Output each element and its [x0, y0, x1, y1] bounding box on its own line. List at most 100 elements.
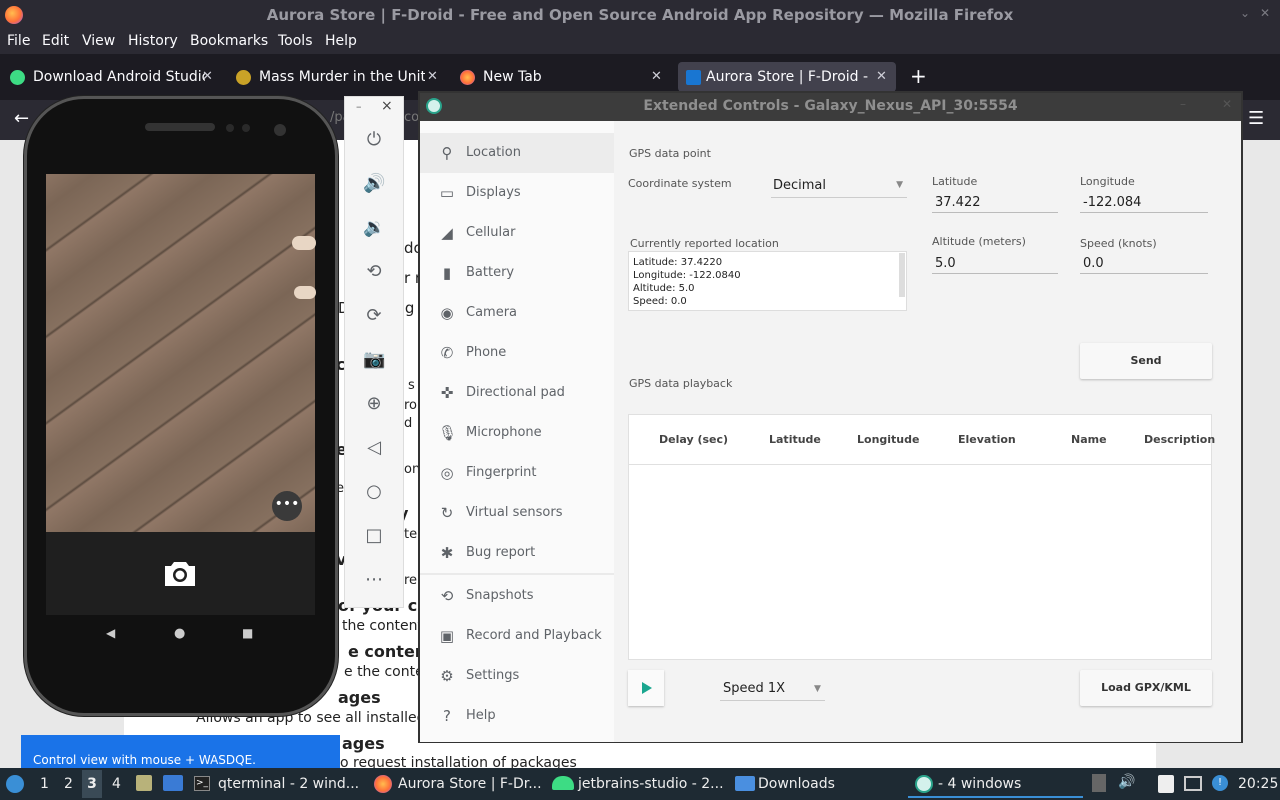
file-manager-icon[interactable]: [136, 775, 152, 791]
load-gpx-button[interactable]: Load GPX/KML: [1080, 670, 1212, 706]
ec-close-icon[interactable]: ✕: [1222, 97, 1232, 111]
nav-item-bug-report[interactable]: ✱ Bug report: [420, 533, 614, 573]
nav-item-fingerprint[interactable]: ◎ Fingerprint: [420, 453, 614, 493]
workspace-3[interactable]: 3: [82, 770, 102, 798]
record-icon: ▣: [439, 627, 455, 645]
tab-android-studio[interactable]: Download Android Studio ✕: [10, 62, 220, 92]
task-qterminal[interactable]: qterminal - 2 wind...: [218, 776, 359, 792]
col-elevation[interactable]: Elevation: [958, 433, 1016, 446]
workspace-1[interactable]: 1: [40, 776, 49, 792]
more-icon[interactable]: ⋯: [363, 569, 385, 591]
col-description[interactable]: Description: [1144, 433, 1215, 446]
volume-up-icon[interactable]: 🔊: [363, 173, 385, 195]
clock: 20:25: [1238, 776, 1279, 792]
toolbar-minimize-icon[interactable]: –: [356, 100, 362, 113]
nav-item-phone[interactable]: ✆ Phone: [420, 333, 614, 373]
camera-more-button[interactable]: •••: [272, 491, 302, 521]
nav-item-location[interactable]: ⚲ Location: [420, 133, 614, 173]
close-icon[interactable]: ✕: [1258, 6, 1272, 20]
camera-shutter-icon[interactable]: [164, 559, 196, 587]
tab-new-tab[interactable]: New Tab ✕: [460, 62, 666, 92]
rotate-right-icon[interactable]: ⟳: [363, 305, 385, 327]
nav-item-help[interactable]: ? Help: [420, 696, 614, 736]
speed-select[interactable]: Speed 1X: [723, 681, 785, 696]
play-button[interactable]: [628, 670, 664, 706]
back-arrow-icon[interactable]: ←: [14, 108, 29, 129]
close-tab-icon[interactable]: ✕: [876, 62, 887, 92]
extended-controls-title: Extended Controls - Galaxy_Nexus_API_30:…: [420, 93, 1241, 121]
menu-tools[interactable]: Tools: [278, 33, 313, 49]
nav-item-cellular[interactable]: ◢ Cellular: [420, 213, 614, 253]
bug-report-icon: ✱: [440, 544, 454, 562]
volume-icon[interactable]: 🔊: [1118, 774, 1135, 790]
fingerprint-icon: ◎: [440, 464, 454, 482]
nav-item-battery[interactable]: ▮ Battery: [420, 253, 614, 293]
col-name[interactable]: Name: [1071, 433, 1107, 446]
workspace-2[interactable]: 2: [64, 776, 73, 792]
screenshot-icon[interactable]: 📷: [363, 349, 385, 371]
menu-edit[interactable]: Edit: [42, 33, 69, 49]
site-icon: [236, 70, 251, 85]
firefox-task-icon: [374, 775, 392, 793]
latitude-input[interactable]: 37.422: [932, 195, 1058, 213]
task-downloads[interactable]: Downloads: [758, 776, 835, 792]
send-button[interactable]: Send: [1080, 343, 1212, 379]
reported-location-box: Latitude: 37.4220 Longitude: -122.0840 A…: [628, 251, 907, 311]
finger-shape: [292, 236, 316, 250]
minimize-icon[interactable]: ⌄: [1238, 6, 1252, 20]
altitude-input[interactable]: 5.0: [932, 256, 1058, 274]
start-menu-icon[interactable]: [6, 775, 24, 793]
col-delay[interactable]: Delay (sec): [659, 433, 728, 446]
nav-item-camera[interactable]: ◉ Camera: [420, 293, 614, 333]
new-tab-button[interactable]: +: [910, 64, 927, 88]
tray-scroll-icon[interactable]: [1092, 774, 1106, 792]
menu-view[interactable]: View: [82, 33, 115, 49]
url-bar-fragment-2[interactable]: co: [404, 110, 419, 125]
menu-file[interactable]: File: [7, 33, 30, 49]
nav-recents-icon[interactable]: ■: [242, 626, 253, 640]
menu-help[interactable]: Help: [325, 33, 357, 49]
tab-mass-murder[interactable]: Mass Murder in the United ✕: [236, 62, 442, 92]
reported-scrollbar[interactable]: [899, 253, 905, 297]
chevron-down-icon[interactable]: ▼: [814, 684, 821, 694]
col-latitude[interactable]: Latitude: [769, 433, 821, 446]
back-icon[interactable]: ◁: [363, 437, 385, 459]
notification-icon[interactable]: !: [1212, 775, 1228, 791]
close-tab-icon[interactable]: ✕: [202, 62, 213, 92]
ec-minimize-icon[interactable]: –: [1180, 97, 1186, 111]
clipboard-icon[interactable]: [1158, 775, 1174, 793]
camera-viewfinder[interactable]: [46, 174, 315, 532]
menu-bookmarks[interactable]: Bookmarks: [190, 33, 268, 49]
close-tab-icon[interactable]: ✕: [651, 62, 662, 92]
power-icon[interactable]: ⏻: [363, 129, 385, 151]
rotate-left-icon[interactable]: ⟲: [363, 261, 385, 283]
col-longitude[interactable]: Longitude: [857, 433, 919, 446]
nav-item-virtual-sensors[interactable]: ↻ Virtual sensors: [420, 493, 614, 533]
nav-item-settings[interactable]: ⚙ Settings: [420, 656, 614, 696]
volume-down-icon[interactable]: 🔉: [363, 217, 385, 239]
workspace-4[interactable]: 4: [112, 776, 121, 792]
nav-item-snapshots[interactable]: ⟲ Snapshots: [420, 576, 614, 616]
menu-history[interactable]: History: [128, 33, 178, 49]
tab-aurora-store[interactable]: Aurora Store | F-Droid - Free ✕: [678, 62, 896, 92]
show-desktop-icon[interactable]: [163, 775, 183, 791]
home-icon[interactable]: ○: [363, 481, 385, 503]
network-icon[interactable]: [1184, 776, 1202, 791]
nav-back-icon[interactable]: ◀: [106, 626, 115, 640]
speed-input[interactable]: 0.0: [1080, 256, 1208, 274]
task-firefox[interactable]: Aurora Store | F-Dr...: [398, 776, 542, 792]
nav-item-displays[interactable]: ▭ Displays: [420, 173, 614, 213]
nav-home-icon[interactable]: ●: [174, 626, 185, 641]
nav-item-directional-pad[interactable]: ✜ Directional pad: [420, 373, 614, 413]
coordinate-system-select[interactable]: Decimal ▼: [771, 178, 907, 198]
toolbar-close-icon[interactable]: ×: [381, 98, 393, 114]
nav-item-record-playback[interactable]: ▣ Record and Playback: [420, 616, 614, 656]
menu-hamburger-icon[interactable]: ☰: [1248, 108, 1264, 129]
zoom-icon[interactable]: ⊕: [363, 393, 385, 415]
task-jetbrains-studio[interactable]: jetbrains-studio - 2...: [578, 776, 724, 792]
longitude-input[interactable]: -122.084: [1080, 195, 1208, 213]
overview-icon[interactable]: □: [363, 525, 385, 547]
close-tab-icon[interactable]: ✕: [427, 62, 438, 92]
page-text: d: [404, 416, 413, 431]
nav-item-microphone[interactable]: 🎙 Microphone: [420, 413, 614, 453]
